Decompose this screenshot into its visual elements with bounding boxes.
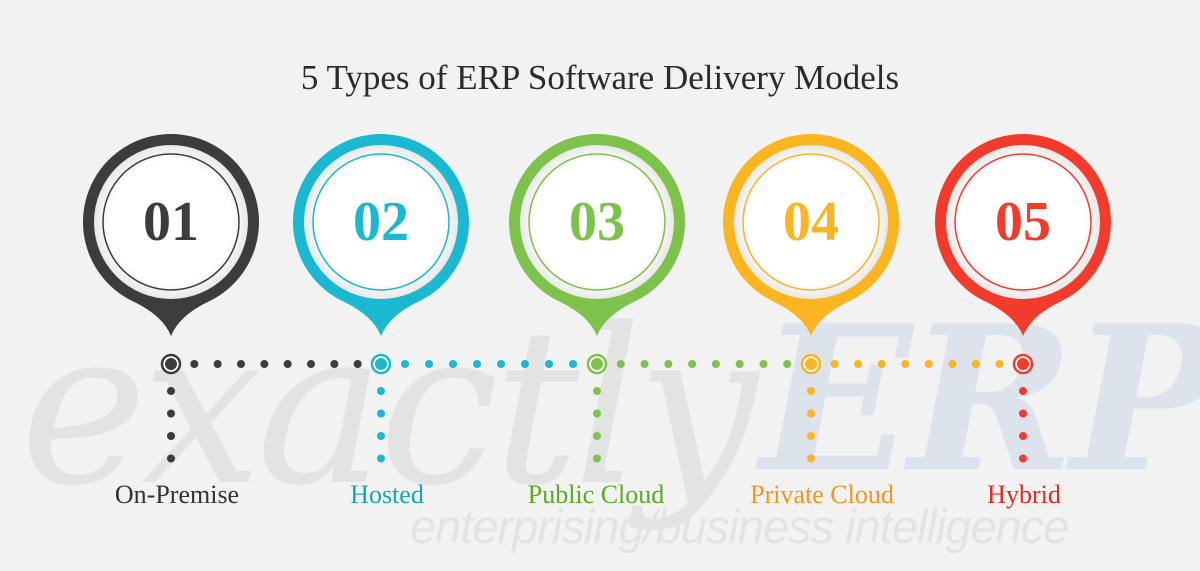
connector-dot — [711, 360, 720, 368]
step-label-04: Private Cloud — [750, 480, 894, 509]
connector-dot — [1019, 387, 1027, 395]
connector-dot — [167, 387, 175, 395]
connector-dot — [569, 360, 577, 368]
step-label-01: On-Premise — [114, 480, 240, 509]
connector-dot — [593, 387, 601, 395]
connector-dot — [449, 360, 457, 368]
connector-dot — [948, 360, 957, 368]
connector-dot — [830, 360, 839, 368]
step-pin-03: 03 — [508, 134, 685, 336]
timeline-node — [160, 353, 182, 375]
step-pin-02: 02 — [293, 134, 470, 336]
connector-dot — [664, 360, 673, 368]
connector-dot — [377, 387, 385, 395]
connector-dot — [877, 360, 886, 368]
infographic: exactly ERP enterprising/business intell… — [0, 0, 1200, 571]
step-pin-01: 01 — [83, 134, 260, 336]
connector-dot — [807, 432, 815, 440]
connector-dot — [593, 454, 601, 463]
connector-dot — [167, 409, 175, 418]
step-number: 03 — [569, 191, 625, 253]
step-label-02: Hosted — [350, 480, 424, 509]
connector-dot — [213, 360, 222, 368]
connector-dot — [593, 409, 601, 418]
connector-dot — [401, 360, 409, 368]
connector-dot — [593, 432, 601, 440]
connector-dot — [260, 360, 269, 368]
connector-dot — [377, 432, 385, 440]
connector-dot — [924, 360, 933, 368]
connector-dot — [971, 360, 980, 368]
connector-dot — [735, 360, 744, 368]
connector-dot — [473, 360, 481, 368]
step-pin-04: 04 — [723, 134, 899, 336]
connector-dot — [1019, 432, 1027, 440]
connector-dot — [688, 360, 697, 368]
timeline-node — [1012, 353, 1034, 375]
step-number: 02 — [353, 191, 409, 253]
timeline-node — [800, 353, 822, 375]
connector-dot — [353, 360, 362, 368]
connector-dot — [616, 360, 625, 368]
connector-dot — [425, 360, 433, 368]
connector-dot — [377, 454, 385, 463]
timeline-node — [586, 353, 608, 375]
connector-dot — [807, 454, 815, 463]
connector-dot — [167, 432, 175, 440]
step-number: 04 — [783, 191, 839, 253]
connector-dot — [237, 360, 245, 368]
connector-dot — [783, 360, 792, 368]
step-pins: 01 02 03 04 05 — [83, 134, 1111, 336]
connector-dot — [545, 360, 553, 368]
step-pin-05: 05 — [935, 134, 1111, 336]
step-label-05: Hybrid — [987, 480, 1061, 509]
connector-dot — [640, 360, 649, 368]
connector-dot — [330, 360, 339, 368]
connector-dot — [807, 387, 815, 395]
connector-dot — [759, 360, 768, 368]
connector-dot — [854, 360, 863, 368]
connector-dot — [1019, 409, 1027, 418]
connector-dot — [307, 360, 315, 368]
connector-dot — [377, 409, 385, 418]
connector-dot — [167, 454, 175, 463]
connector-dot — [901, 360, 910, 368]
step-number: 05 — [995, 191, 1051, 253]
connector-dot — [995, 360, 1004, 368]
step-label-03: Public Cloud — [527, 480, 665, 509]
timeline-node — [370, 353, 392, 375]
connector-dot — [1019, 454, 1027, 463]
connector-dot — [190, 360, 199, 368]
timeline-connectors — [160, 353, 1034, 463]
connector-dot — [283, 360, 292, 368]
step-number: 01 — [143, 191, 199, 253]
connector-dot — [497, 360, 505, 368]
connector-dot — [807, 409, 815, 418]
connector-dot — [521, 360, 529, 368]
